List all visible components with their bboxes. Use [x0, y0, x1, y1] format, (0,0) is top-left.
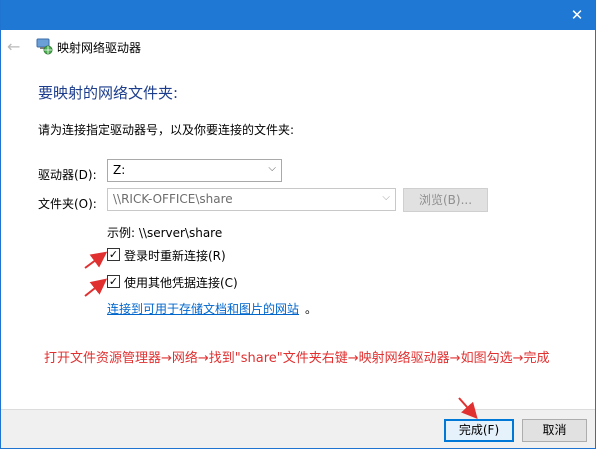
reconnect-checkbox[interactable]: ✓ — [107, 248, 120, 261]
map-network-drive-window: ✕ ← 映射网络驱动器 要映射的网络文件夹: 请为连接指定驱动器号，以及你要连接… — [0, 0, 596, 449]
chevron-down-icon: ⌵ — [268, 163, 276, 174]
back-arrow-icon[interactable]: ← — [7, 38, 25, 56]
chevron-down-icon: ⌵ — [382, 192, 390, 203]
close-button[interactable]: ✕ — [557, 0, 595, 30]
drive-label: 驱动器(D): — [38, 168, 97, 182]
nav-bar: ← 映射网络驱动器 — [1, 30, 595, 64]
folder-combobox[interactable]: \\RICK-OFFICE\share ⌵ — [107, 188, 396, 211]
credentials-checkbox[interactable]: ✓ — [107, 275, 120, 288]
close-icon: ✕ — [570, 6, 584, 24]
link-period: 。 — [305, 302, 318, 316]
browse-button[interactable]: 浏览(B)... — [403, 188, 488, 212]
website-link[interactable]: 连接到可用于存储文档和图片的网站 — [107, 300, 299, 317]
page-heading: 要映射的网络文件夹: — [38, 84, 179, 102]
title-bar: ✕ — [1, 0, 595, 30]
annotation-arrows — [84, 251, 478, 419]
instruction-text: 请为连接指定驱动器号，以及你要连接的文件夹: — [38, 123, 295, 137]
arrow-to-credentials-icon — [84, 278, 108, 297]
finish-button[interactable]: 完成(F) — [444, 419, 514, 442]
example-text: 示例: \\server\share — [107, 226, 223, 240]
reconnect-label: 登录时重新连接(R) — [124, 249, 226, 263]
folder-label: 文件夹(O): — [38, 197, 97, 211]
drive-select[interactable]: Z: ⌵ — [107, 159, 282, 182]
credentials-label: 使用其他凭据连接(C) — [124, 276, 238, 290]
annotation-note: 打开文件资源管理器→网络→找到"share"文件夹右键→映射网络驱动器→如图勾选… — [44, 351, 550, 366]
drive-value: Z: — [113, 163, 126, 177]
cancel-button[interactable]: 取消 — [522, 419, 587, 442]
dialog-title: 映射网络驱动器 — [57, 41, 142, 55]
arrow-to-reconnect-icon — [84, 251, 108, 269]
folder-value: \\RICK-OFFICE\share — [113, 192, 233, 206]
network-drive-icon — [35, 37, 53, 55]
